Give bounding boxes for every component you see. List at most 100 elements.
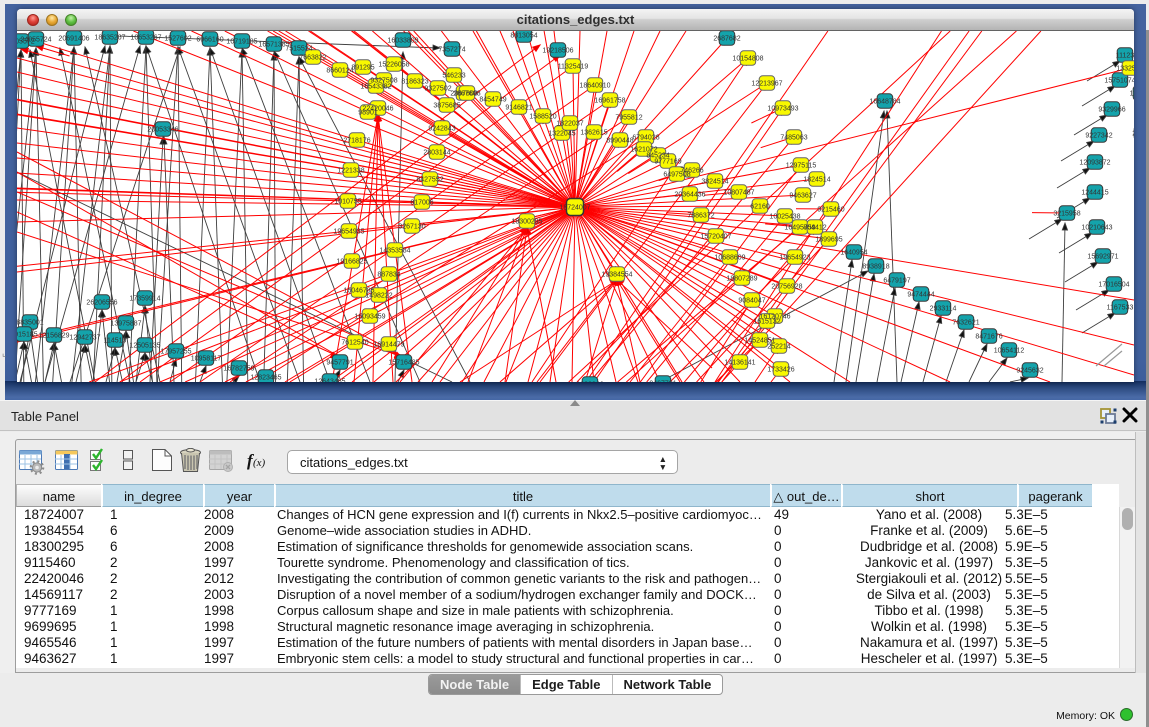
svg-text:11325419: 11325419 — [558, 64, 589, 71]
svg-text:9242843: 9242843 — [428, 126, 455, 133]
svg-text:16961758: 16961758 — [594, 98, 625, 105]
svg-text:(x): (x) — [253, 457, 266, 469]
svg-text:3875685: 3875685 — [433, 103, 460, 110]
svg-text:15226058: 15226058 — [378, 62, 409, 69]
svg-text:8813054: 8813054 — [510, 33, 537, 40]
svg-text:6479197: 6479197 — [883, 278, 910, 285]
svg-text:8835001: 8835001 — [17, 320, 44, 327]
svg-text:19218506: 19218506 — [542, 48, 573, 55]
svg-text:1244415: 1244415 — [1081, 190, 1108, 197]
svg-text:9474444: 9474444 — [907, 292, 934, 299]
svg-text:10210643: 10210643 — [1081, 225, 1112, 232]
svg-text:113354: 113354 — [1130, 91, 1134, 98]
svg-text:19384554: 19384554 — [601, 272, 632, 279]
svg-text:9777169: 9777169 — [654, 159, 681, 166]
svg-text:8660124: 8660124 — [326, 68, 353, 75]
svg-text:7955812: 7955812 — [615, 115, 642, 122]
svg-text:1498222: 1498222 — [365, 293, 392, 300]
svg-text:2687682: 2687682 — [713, 36, 740, 43]
svg-text:2718176: 2718176 — [343, 138, 370, 145]
svg-text:8186323: 8186323 — [401, 79, 428, 86]
svg-text:746266: 746266 — [680, 168, 703, 175]
svg-text:10154808: 10154808 — [732, 56, 763, 63]
svg-text:8427552: 8427552 — [416, 177, 443, 184]
svg-text:10025438: 10025438 — [769, 214, 800, 221]
svg-text:546233: 546233 — [442, 73, 465, 80]
svg-text:16782759: 16782759 — [223, 366, 254, 373]
svg-text:17957255: 17957255 — [160, 349, 191, 356]
svg-text:3915185: 3915185 — [17, 332, 38, 339]
svg-text:114519: 114519 — [104, 338, 127, 345]
svg-text:9084047: 9084047 — [738, 298, 765, 305]
svg-text:1899695: 1899695 — [815, 237, 842, 244]
svg-text:7357274: 7357274 — [438, 47, 465, 54]
svg-text:18640910: 18640910 — [579, 83, 610, 90]
svg-text:1221338: 1221338 — [337, 168, 364, 175]
svg-text:10719185: 10719185 — [226, 39, 257, 46]
svg-text:891295: 891295 — [351, 65, 374, 72]
svg-text:887834: 887834 — [377, 272, 400, 279]
svg-text:20756928: 20756928 — [771, 284, 802, 291]
svg-text:16093459: 16093459 — [354, 314, 385, 321]
svg-text:6966160: 6966160 — [196, 37, 223, 44]
svg-text:18724007: 18724007 — [559, 205, 590, 212]
svg-text:16033809: 16033809 — [387, 38, 418, 45]
svg-text:9245632: 9245632 — [1016, 368, 1043, 375]
svg-text:20053346: 20053346 — [147, 127, 178, 134]
svg-text:1527602: 1527602 — [164, 36, 191, 43]
svg-text:7485063: 7485063 — [780, 135, 807, 142]
svg-text:9329966: 9329966 — [1098, 107, 1125, 114]
svg-text:20691406: 20691406 — [58, 36, 89, 43]
svg-text:2867608: 2867608 — [453, 91, 480, 98]
svg-text:3267130: 3267130 — [398, 224, 425, 231]
svg-text:9463627: 9463627 — [789, 193, 816, 200]
svg-text:817006: 817006 — [410, 200, 433, 207]
svg-text:12823465: 12823465 — [250, 375, 281, 382]
svg-text:10973493: 10973493 — [767, 106, 798, 113]
svg-text:7515524: 7515524 — [285, 46, 312, 53]
svg-text:10958117: 10958117 — [191, 356, 222, 363]
svg-text:8938918: 8938918 — [862, 264, 889, 271]
svg-text:7612540: 7612540 — [341, 340, 368, 347]
svg-text:252214: 252214 — [767, 344, 790, 351]
svg-text:10654112: 10654112 — [994, 348, 1025, 355]
svg-text:9215460: 9215460 — [817, 207, 844, 214]
svg-text:12505135: 12505135 — [129, 343, 160, 350]
svg-text:8471676: 8471676 — [975, 334, 1002, 341]
svg-text:10653267: 10653267 — [130, 35, 161, 42]
svg-text:19654923: 19654923 — [779, 255, 810, 262]
svg-text:17359914: 17359914 — [129, 296, 160, 303]
svg-text:12643465: 12643465 — [314, 379, 345, 383]
svg-text:17016504: 17016504 — [1098, 282, 1129, 289]
svg-text:18807289: 18807289 — [726, 276, 757, 283]
svg-text:9146821: 9146821 — [505, 105, 532, 112]
svg-text:98901: 98901 — [358, 110, 378, 117]
svg-text:1362615: 1362615 — [580, 130, 607, 137]
svg-text:12093872: 12093872 — [1079, 160, 1110, 167]
svg-text:19166825: 19166825 — [336, 259, 367, 266]
svg-text:10688609: 10688609 — [714, 255, 745, 262]
svg-text:14353584: 14353584 — [379, 248, 410, 255]
svg-text:9457791: 9457791 — [326, 360, 353, 367]
svg-text:16914479: 16914479 — [373, 342, 404, 349]
svg-text:20533: 20533 — [1132, 131, 1134, 138]
svg-text:12213967: 12213967 — [751, 81, 782, 88]
svg-text:3215958: 3215958 — [1053, 211, 1080, 218]
svg-text:11123: 11123 — [1116, 53, 1134, 60]
svg-text:9227342: 9227342 — [1085, 133, 1112, 140]
svg-text:6794028: 6794028 — [632, 135, 659, 142]
svg-text:1167533: 1167533 — [1107, 305, 1134, 312]
svg-text:9467791: 9467791 — [649, 381, 676, 383]
svg-text:1733426: 1733426 — [767, 367, 794, 374]
svg-text:1588520: 1588520 — [529, 114, 556, 121]
svg-text:16648784: 16648784 — [869, 99, 900, 106]
svg-text:1615132: 1615132 — [753, 319, 780, 326]
svg-text:1332541: 1332541 — [1116, 66, 1134, 73]
svg-text:1640954: 1640954 — [840, 250, 867, 257]
svg-text:7663822: 7663822 — [299, 55, 326, 62]
svg-text:1824514: 1824514 — [803, 177, 830, 184]
svg-text:8990448: 8990448 — [606, 138, 633, 145]
svg-text:12156829: 12156829 — [38, 333, 69, 340]
svg-text:12975115: 12975115 — [786, 163, 817, 170]
svg-text:19654935: 19654935 — [333, 229, 364, 236]
